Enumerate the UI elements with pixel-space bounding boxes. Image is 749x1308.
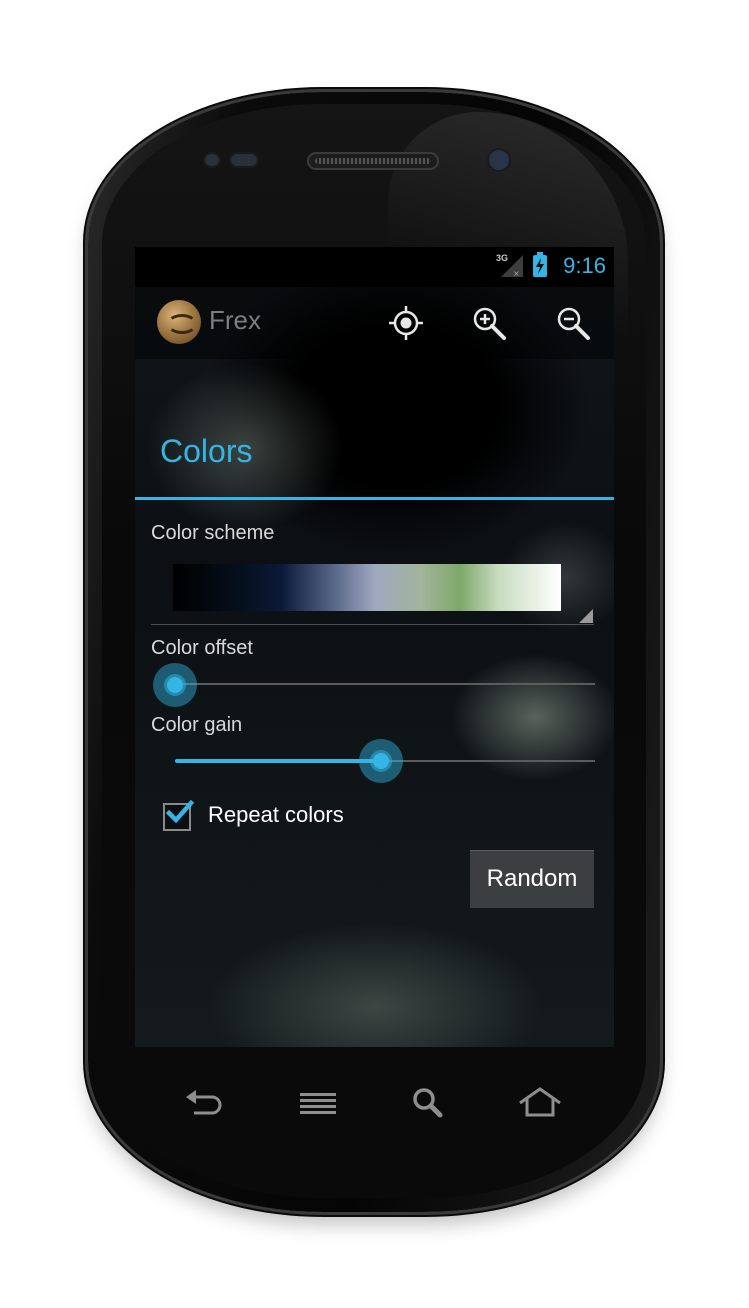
search-icon[interactable] [410, 1085, 450, 1121]
battery-charging-icon [533, 252, 547, 277]
dialog-title: Colors [160, 433, 253, 469]
svg-text:×: × [513, 269, 520, 277]
status-bar: 3G × 9:16 [135, 247, 614, 287]
app-logo-icon[interactable] [157, 300, 201, 344]
random-button[interactable]: Random [470, 850, 594, 908]
color-offset-label: Color offset [151, 637, 253, 659]
action-bar: Frex [135, 287, 614, 359]
front-camera [487, 148, 511, 172]
signal-icon: × [501, 255, 523, 277]
light-sensor [229, 152, 259, 168]
back-icon[interactable] [184, 1085, 224, 1121]
title-divider [135, 497, 614, 500]
proximity-sensor [203, 152, 221, 168]
app-title: Frex [209, 305, 261, 335]
zoom-out-icon[interactable] [555, 305, 591, 341]
color-scheme-label: Color scheme [151, 522, 275, 544]
color-scheme-spinner[interactable] [173, 564, 561, 611]
color-gain-label: Color gain [151, 714, 243, 736]
repeat-colors-label[interactable]: Repeat colors [208, 802, 344, 828]
screen: 3G × 9:16 Frex Colors Color scheme Color… [135, 247, 614, 1047]
color-gain-progress [175, 759, 381, 763]
crosshair-icon[interactable] [388, 305, 424, 341]
checkmark-icon [165, 799, 195, 824]
menu-icon[interactable] [298, 1085, 338, 1121]
repeat-colors-checkbox[interactable] [163, 799, 195, 831]
zoom-in-icon[interactable] [471, 305, 507, 341]
status-time: 9:16 [563, 253, 606, 278]
spinner-dropdown-indicator [579, 609, 593, 623]
color-gain-thumb[interactable] [358, 739, 403, 783]
spinner-underline [151, 624, 594, 625]
home-icon[interactable] [518, 1085, 562, 1121]
color-offset-thumb[interactable] [153, 663, 197, 707]
earpiece-speaker [307, 152, 439, 170]
color-offset-track[interactable] [175, 683, 595, 685]
